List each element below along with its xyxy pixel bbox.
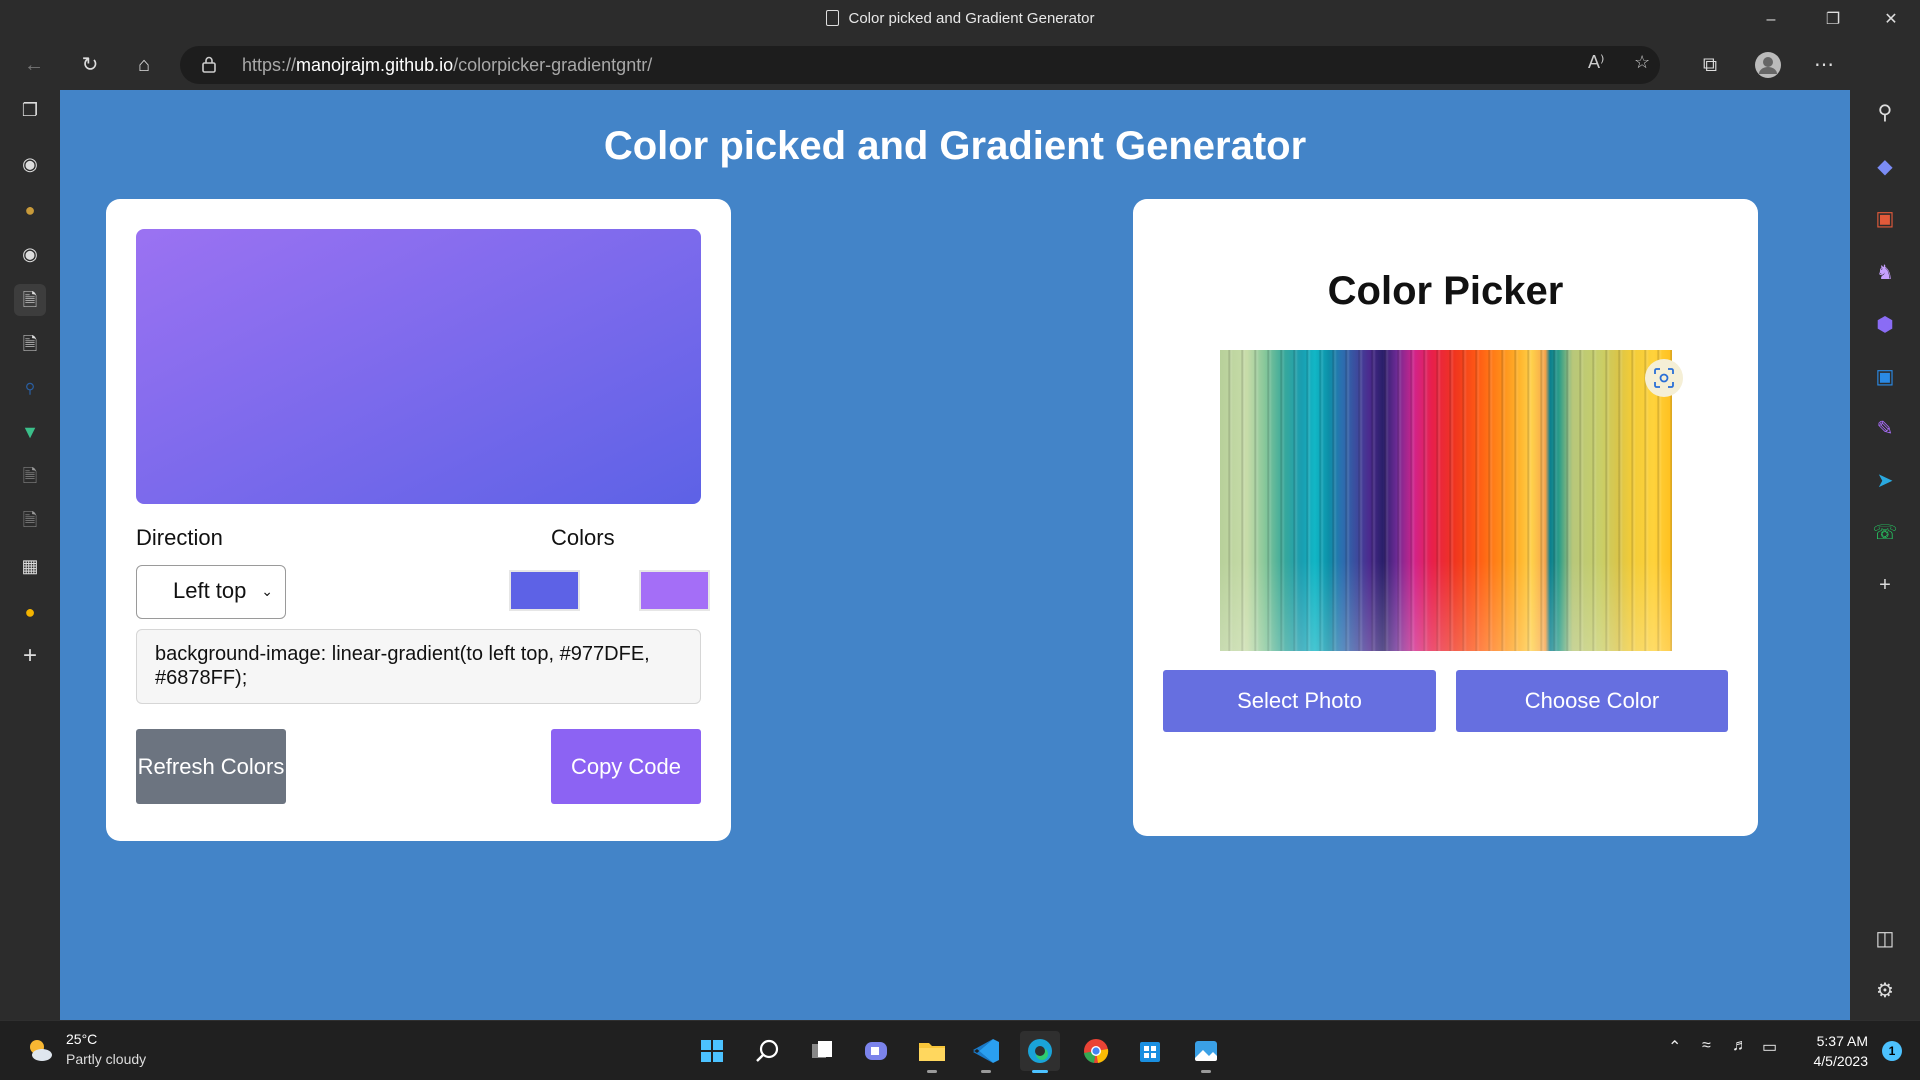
address-bar[interactable]: https://manojrajm.github.io/colorpicker-… <box>180 46 1660 84</box>
collections-icon[interactable]: ⧉ <box>1694 50 1726 80</box>
color-picker-title: Color Picker <box>1327 269 1564 313</box>
color-picker-card: Color Picker Select Photo Choose Color <box>1133 199 1758 836</box>
edge-sidebar: ⚲ ◆ ▣ ♞ ⬢ ▣ ✎ ➤ ☏ + ◫ ⚙ <box>1850 40 1920 1020</box>
tab-actions-icon[interactable]: ❐ <box>14 94 46 126</box>
lock-icon <box>202 56 216 73</box>
github-tab-icon[interactable]: ◉ <box>14 148 46 180</box>
sidebar-toggle-icon[interactable]: ◫ <box>1870 924 1900 954</box>
file-explorer-icon[interactable] <box>912 1031 952 1073</box>
select-photo-button[interactable]: Select Photo <box>1163 670 1436 732</box>
tab-favicon-icon[interactable]: ● <box>14 194 46 226</box>
title-bar: Color picked and Gradient Generator – ❐ … <box>0 0 1920 40</box>
battery-icon[interactable]: ▭ <box>1762 1037 1777 1057</box>
more-menu-icon[interactable]: ⋯ <box>1808 50 1840 80</box>
back-icon[interactable]: ← <box>18 50 50 80</box>
chevron-down-icon: ⌄ <box>261 583 273 599</box>
vertical-tabs: ❐ ◉ ● ◉ 🗎 🗎 ⚲ ▼ 🗎 🗎 ▦ ● + <box>0 90 60 1020</box>
visual-search-icon[interactable] <box>1645 359 1683 397</box>
colors-label: Colors <box>551 525 615 550</box>
refresh-icon[interactable]: ↻ <box>74 50 106 80</box>
home-icon[interactable]: ⌂ <box>128 50 160 80</box>
telegram-icon[interactable]: ➤ <box>1870 466 1900 496</box>
whatsapp-icon[interactable]: ☏ <box>1870 518 1900 548</box>
tools-icon[interactable]: ▣ <box>1870 204 1900 234</box>
copy-code-button[interactable]: Copy Code <box>551 729 701 804</box>
window-title: Color picked and Gradient Generator <box>0 10 1920 27</box>
vscode-icon[interactable] <box>966 1031 1006 1073</box>
games-icon[interactable]: ♞ <box>1870 258 1900 288</box>
outlook-icon[interactable]: ▣ <box>1870 362 1900 392</box>
photos-icon[interactable] <box>1186 1031 1226 1073</box>
task-view-icon[interactable] <box>802 1031 842 1071</box>
new-tab-icon[interactable]: + <box>14 640 46 672</box>
browser-toolbar: ← ↻ ⌂ https://manojrajm.github.io/colorp… <box>0 40 1920 90</box>
wifi-icon[interactable]: ≈ <box>1702 1037 1711 1055</box>
url-text[interactable]: https://manojrajm.github.io/colorpicker-… <box>242 55 652 76</box>
taskbar: 25°C Partly cloudy ⌃ ≈ ♬ ▭ 5:37 AM 4/5/2… <box>0 1020 1920 1080</box>
volume-icon[interactable]: ♬ <box>1732 1037 1748 1055</box>
active-page-tab-icon[interactable]: 🗎 <box>14 284 46 316</box>
search-icon[interactable]: ⚲ <box>1870 98 1900 128</box>
restore-button[interactable]: ❐ <box>1810 6 1856 34</box>
shopping-tag-icon[interactable]: ◆ <box>1870 152 1900 182</box>
rainbow-tunnel-photo <box>1220 350 1672 651</box>
page-tab-icon[interactable]: 🗎 <box>14 460 46 492</box>
document-icon <box>825 10 839 26</box>
chrome-icon[interactable] <box>1076 1031 1116 1071</box>
favorite-add-icon[interactable]: ☆ <box>1634 52 1650 73</box>
page-tab-icon[interactable]: 🗎 <box>14 504 46 536</box>
show-hidden-icons[interactable]: ⌃ <box>1668 1037 1681 1057</box>
direction-select[interactable]: Left top ⌄ <box>136 565 286 619</box>
office-icon[interactable]: ⬢ <box>1870 310 1900 340</box>
vue-tab-icon[interactable]: ▼ <box>14 416 46 448</box>
search-tab-icon[interactable]: ⚲ <box>14 372 46 404</box>
minimize-button[interactable]: – <box>1748 6 1794 34</box>
gradient-code-textarea[interactable]: background-image: linear-gradient(to lef… <box>136 629 701 704</box>
close-button[interactable]: ✕ <box>1868 6 1914 34</box>
page-tab-icon[interactable]: 🗎 <box>14 328 46 360</box>
notification-badge[interactable]: 1 <box>1882 1041 1902 1061</box>
clock[interactable]: 5:37 AM 4/5/2023 <box>1814 1031 1869 1071</box>
figma-tab-icon[interactable]: ▦ <box>14 550 46 582</box>
gradient-preview <box>136 229 701 504</box>
add-sidebar-app-icon[interactable]: + <box>1870 570 1900 600</box>
direction-label: Direction <box>136 525 223 550</box>
settings-gear-icon[interactable]: ⚙ <box>1870 976 1900 1006</box>
teams-chat-icon[interactable] <box>856 1031 896 1071</box>
page-content: Color picked and Gradient Generator Dire… <box>60 90 1850 1020</box>
choose-color-button[interactable]: Choose Color <box>1456 670 1728 732</box>
edge-browser-icon[interactable] <box>1020 1031 1060 1073</box>
store-icon[interactable] <box>1130 1031 1170 1071</box>
tab-favicon-icon[interactable]: ● <box>14 596 46 628</box>
read-aloud-icon[interactable]: A⁾ <box>1588 52 1604 73</box>
color-input-1[interactable] <box>509 570 580 611</box>
github-tab-icon[interactable]: ◉ <box>14 238 46 270</box>
refresh-colors-button[interactable]: Refresh Colors <box>136 729 286 804</box>
designer-icon[interactable]: ✎ <box>1870 414 1900 444</box>
page-title: Color picked and Gradient Generator <box>603 124 1307 168</box>
partly-cloudy-icon <box>30 1040 52 1061</box>
start-button[interactable] <box>692 1031 732 1071</box>
gradient-generator-card: Direction Colors Left top ⌄ background-i… <box>106 199 731 841</box>
color-input-2[interactable] <box>639 570 710 611</box>
profile-avatar[interactable] <box>1752 50 1784 80</box>
search-taskbar-icon[interactable] <box>748 1031 788 1071</box>
